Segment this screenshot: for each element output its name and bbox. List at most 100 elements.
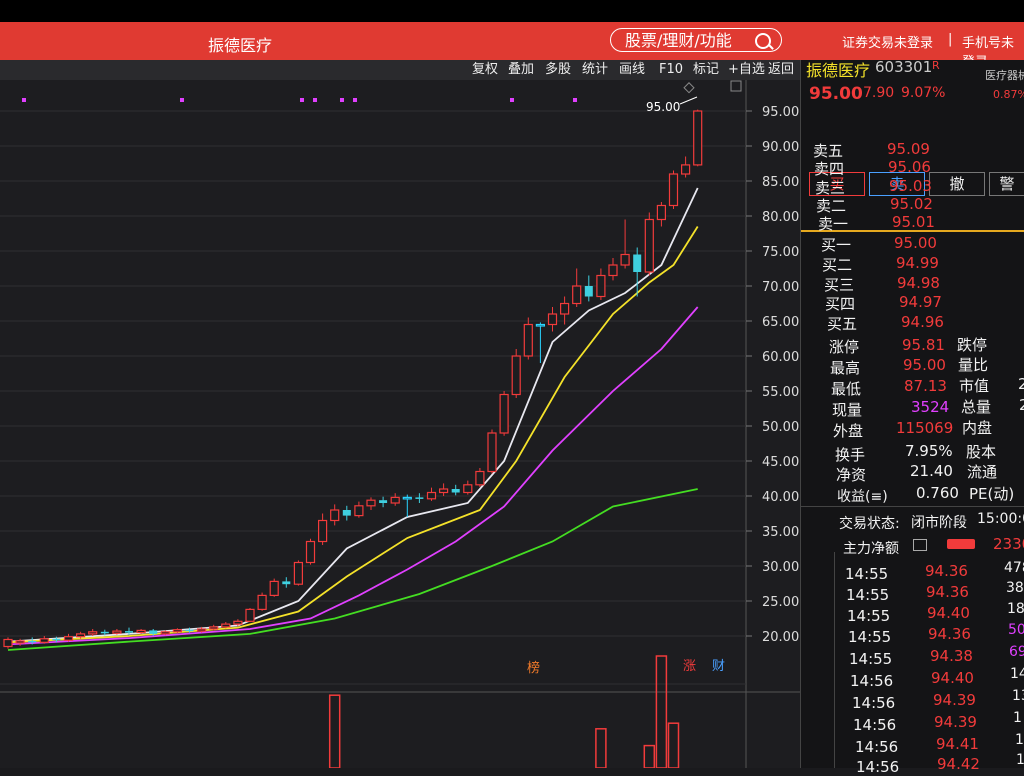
trade-status-time: 15:00:0 bbox=[977, 511, 1024, 527]
cancel-button[interactable]: 撤 bbox=[929, 172, 985, 196]
tick-volume: 1 bbox=[1016, 752, 1024, 768]
cur-vol-label: 现量 bbox=[832, 401, 863, 419]
tick-price: 94.40 bbox=[931, 669, 974, 687]
ask3-price: 95.03 bbox=[889, 177, 932, 195]
ask1-label: 卖一 bbox=[818, 215, 849, 233]
tick-time: 14:56 bbox=[855, 738, 899, 756]
tick-volume: 478 bbox=[1004, 560, 1024, 576]
trade-login-link[interactable]: 证券交易未登录 bbox=[842, 32, 933, 51]
search-input[interactable]: 股票/理财/功能 bbox=[610, 28, 782, 52]
tick-price: 94.40 bbox=[927, 604, 970, 622]
candle-body bbox=[523, 323, 533, 357]
candle-body bbox=[608, 264, 618, 277]
ask4-label: 卖四 bbox=[814, 160, 845, 178]
price-annotation: 95.00 bbox=[646, 100, 680, 114]
bid4-label: 买四 bbox=[825, 295, 856, 313]
toolbar-mark[interactable]: 标记 bbox=[693, 60, 719, 80]
tick-price: 94.41 bbox=[936, 735, 979, 753]
candle-body bbox=[379, 500, 388, 503]
low-label: 最低 bbox=[831, 380, 862, 398]
tick-volume: 18 bbox=[1007, 601, 1024, 617]
bid4-price: 94.97 bbox=[899, 293, 942, 311]
toolbar-draw[interactable]: 画线 bbox=[619, 60, 645, 80]
toolbar-overlay[interactable]: 叠加 bbox=[508, 60, 534, 80]
mktcap-label: 市值 bbox=[959, 377, 990, 395]
inner-label: 内盘 bbox=[962, 419, 993, 437]
price-change-pct: 9.07% bbox=[901, 85, 946, 101]
marker-bang[interactable]: 榜 bbox=[527, 660, 540, 676]
candle-body bbox=[584, 286, 593, 297]
price-tick-label: 80.00 bbox=[762, 210, 799, 225]
kline-chart[interactable]: 95.00 90.00 85.00 80.00 75.00 70.00 65.00 60.00… bbox=[0, 80, 800, 768]
quote-panel: 振德医疗 603301 R 医疗器械 95.00 7.90 9.07% 0.87… bbox=[800, 58, 1024, 776]
tick-volume: 1 bbox=[1013, 710, 1022, 726]
price-tick-label: 60.00 bbox=[762, 350, 799, 365]
limit-up-label: 涨停 bbox=[829, 338, 860, 356]
candle-body bbox=[305, 540, 316, 564]
candle-body bbox=[535, 323, 546, 327]
limit-up-value: 95.81 bbox=[902, 336, 945, 354]
tick-volume: 38 bbox=[1006, 580, 1024, 596]
event-marker bbox=[573, 98, 577, 102]
candle-body bbox=[487, 432, 497, 473]
bid1-label: 买一 bbox=[821, 236, 852, 254]
candle-body bbox=[451, 489, 460, 493]
search-placeholder: 股票/理财/功能 bbox=[625, 31, 732, 50]
total-vol-value: 2 bbox=[1019, 396, 1024, 414]
candle-body bbox=[63, 636, 74, 641]
candle-body bbox=[136, 629, 146, 634]
turnover-label: 换手 bbox=[835, 446, 866, 464]
net-asset-label: 净资 bbox=[836, 466, 867, 484]
toolbar-stats[interactable]: 统计 bbox=[582, 60, 608, 80]
trade-status-value: 闭市阶段 bbox=[911, 515, 967, 531]
eps-value: 0.760 bbox=[916, 484, 959, 502]
marker-cai[interactable]: 财 bbox=[712, 659, 725, 674]
r-flag: R bbox=[932, 59, 940, 72]
mktcap-value: 2 bbox=[1018, 375, 1024, 393]
tick-time: 14:55 bbox=[848, 628, 892, 646]
candle-body bbox=[233, 620, 243, 625]
toolbar-watchlist[interactable]: +自选 bbox=[728, 60, 765, 80]
fund-flow-list-icon[interactable] bbox=[913, 539, 927, 551]
candle-body bbox=[644, 218, 654, 273]
price-tick-label: 30.00 bbox=[762, 560, 799, 575]
price-tick-label: 85.00 bbox=[762, 175, 799, 190]
candle-body bbox=[257, 594, 267, 611]
marker-zhang[interactable]: 涨 bbox=[683, 659, 696, 674]
candle-body bbox=[511, 355, 521, 396]
toolbar-multi[interactable]: 多股 bbox=[545, 60, 571, 80]
bid1-price: 95.00 bbox=[894, 234, 937, 252]
share-cap-label: 股本 bbox=[966, 443, 997, 461]
tick-time: 14:56 bbox=[856, 758, 900, 776]
tick-price: 94.39 bbox=[934, 713, 977, 731]
cur-vol-value: 3524 bbox=[911, 398, 950, 416]
toolbar-f10[interactable]: F10 bbox=[659, 60, 683, 80]
window-title: 振德医疗 bbox=[208, 36, 273, 55]
toolbar-fuquan[interactable]: 复权 bbox=[472, 60, 498, 80]
candle-body bbox=[354, 505, 364, 517]
tick-time: 14:55 bbox=[849, 650, 893, 668]
candle-body bbox=[112, 630, 122, 634]
toolbar-back[interactable]: 返回 bbox=[768, 60, 794, 80]
low-value: 87.13 bbox=[904, 377, 947, 395]
sector-name: 医疗器械 bbox=[985, 69, 1024, 82]
tick-volume: 50 bbox=[1008, 622, 1024, 638]
candle-body bbox=[620, 253, 630, 266]
candle-body bbox=[656, 204, 667, 221]
tick-volume: 14 bbox=[1010, 666, 1024, 682]
price-tick-label: 55.00 bbox=[762, 385, 799, 400]
tick-price: 94.42 bbox=[937, 755, 980, 773]
event-marker bbox=[300, 98, 304, 102]
tick-volume: 1 bbox=[1015, 732, 1024, 748]
candle-body bbox=[439, 488, 449, 494]
tick-price: 94.39 bbox=[933, 691, 976, 709]
price-tick-label: 95.00 bbox=[762, 105, 799, 120]
tick-price: 94.38 bbox=[930, 647, 973, 665]
eps-label: 收益(≡) bbox=[837, 489, 888, 505]
fund-flow-label: 主力净额 bbox=[843, 541, 899, 557]
alert-button[interactable]: 警 bbox=[989, 172, 1024, 196]
tick-divider bbox=[834, 552, 835, 768]
candle-body bbox=[318, 519, 328, 543]
bid5-price: 94.96 bbox=[901, 313, 944, 331]
candle-body bbox=[463, 484, 473, 494]
